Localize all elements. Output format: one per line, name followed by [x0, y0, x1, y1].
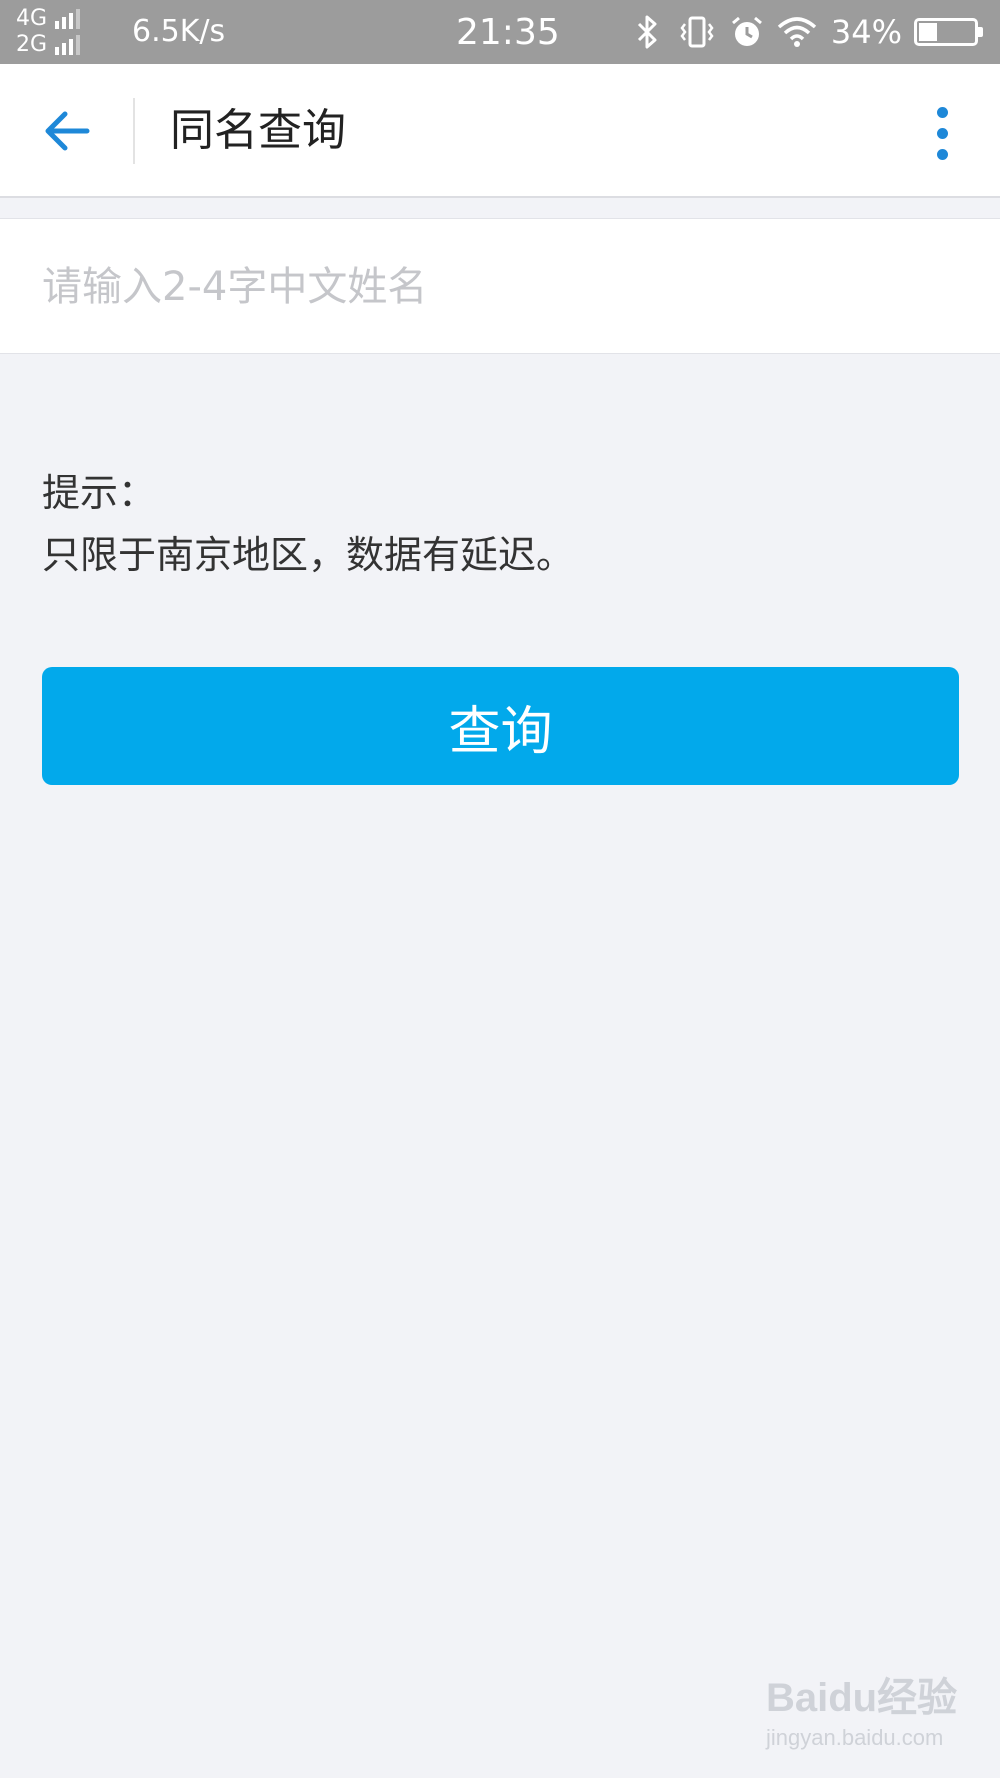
tip-label: 提示： [42, 471, 157, 515]
network-speed: 6.5K/s [132, 14, 226, 49]
app-bar: 同名查询 [0, 64, 1000, 198]
battery-fill [919, 23, 937, 41]
battery-percent: 34% [830, 13, 902, 51]
network-indicator: 4G 2G [16, 6, 83, 58]
wifi-icon [777, 12, 817, 52]
tip-text: 只限于南京地区，数据有延迟。 [42, 533, 575, 577]
signal-bars-icon [55, 9, 83, 29]
baidu-watermark: Baidu经验 jingyan.baidu.com [766, 1665, 957, 1751]
status-bar: 4G 2G 6.5K/s 21:35 34% [0, 0, 1000, 64]
header-divider [133, 98, 135, 164]
name-input-row [0, 218, 1000, 354]
more-vertical-icon [936, 102, 948, 165]
battery-icon [914, 18, 983, 46]
watermark-url: jingyan.baidu.com [766, 1725, 944, 1750]
alarm-icon [727, 12, 767, 52]
network-type-secondary: 2G [16, 32, 48, 57]
name-input[interactable] [42, 249, 942, 325]
arrow-left-icon [45, 111, 90, 151]
watermark-logo: Baidu经验 [766, 1676, 958, 1720]
network-type-primary: 4G [16, 6, 48, 31]
clock: 21:35 [456, 12, 560, 53]
back-button[interactable] [30, 94, 104, 168]
signal-bars-icon [55, 35, 83, 55]
more-options-button[interactable] [912, 96, 972, 170]
page-title: 同名查询 [170, 105, 346, 156]
vibrate-icon [677, 12, 717, 52]
query-button[interactable]: 查询 [42, 667, 959, 785]
bluetooth-icon [627, 12, 667, 52]
tip-block: 提示： 只限于南京地区，数据有延迟。 [42, 462, 574, 586]
status-icons: 34% [617, 10, 983, 54]
